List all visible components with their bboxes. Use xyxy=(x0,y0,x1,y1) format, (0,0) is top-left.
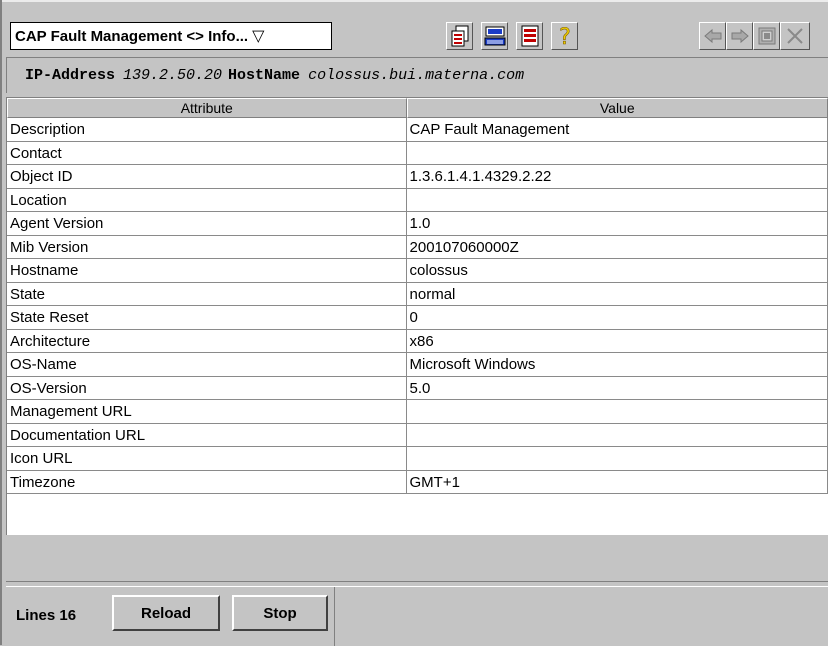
table-row[interactable]: Object ID 1.3.6.1.4.1.4329.2.22 xyxy=(7,165,828,189)
keyboard-button[interactable] xyxy=(481,22,508,50)
host-info-bar: IP-Address 139.2.50.20 HostName colossus… xyxy=(6,57,828,93)
table-row[interactable]: Management URL xyxy=(7,400,828,424)
value-cell: colossus xyxy=(406,259,828,283)
table-body: Description CAP Fault Management Contact Ob… xyxy=(7,118,828,494)
table-row[interactable]: Mib Version 200107060000Z xyxy=(7,235,828,259)
chevron-down-icon: ▽ xyxy=(252,28,265,45)
attribute-cell: Location xyxy=(7,188,407,212)
table-row[interactable]: Icon URL xyxy=(7,447,828,471)
ip-address-label: IP-Address xyxy=(25,67,116,84)
table-row[interactable]: Agent Version 1.0 xyxy=(7,212,828,236)
keyboard-icon xyxy=(484,26,505,46)
back-arrow-icon xyxy=(703,28,721,44)
table-row[interactable]: Location xyxy=(7,188,828,212)
value-cell: Microsoft Windows xyxy=(406,353,828,377)
table-empty-area xyxy=(6,535,828,582)
table-row[interactable]: OS-Name Microsoft Windows xyxy=(7,353,828,377)
forward-button[interactable] xyxy=(726,22,753,50)
ip-address-value: 139.2.50.20 xyxy=(123,67,223,84)
lines-count-value: 16 xyxy=(59,607,77,624)
column-header-attribute[interactable]: Attribute xyxy=(7,98,407,118)
value-cell xyxy=(406,141,828,165)
attribute-cell: Timezone xyxy=(7,470,407,494)
value-cell xyxy=(406,400,828,424)
attribute-cell: State Reset xyxy=(7,306,407,330)
attribute-table[interactable]: Attribute Value Description CAP Fault Man… xyxy=(6,97,828,535)
value-cell: x86 xyxy=(406,329,828,353)
attribute-cell: Mib Version xyxy=(7,235,407,259)
forward-arrow-icon xyxy=(731,28,749,44)
value-cell: 0 xyxy=(406,306,828,330)
table-row[interactable]: Description CAP Fault Management xyxy=(7,118,828,142)
copy-icon xyxy=(451,25,468,47)
attribute-cell: Icon URL xyxy=(7,447,407,471)
attribute-cell: OS-Version xyxy=(7,376,407,400)
attribute-cell: Documentation URL xyxy=(7,423,407,447)
attribute-cell: Agent Version xyxy=(7,212,407,236)
value-cell: CAP Fault Management xyxy=(406,118,828,142)
table-row[interactable]: State normal xyxy=(7,282,828,306)
table-header: Attribute Value xyxy=(7,98,828,118)
list-icon xyxy=(521,25,538,47)
hostname-value: colossus.bui.materna.com xyxy=(308,67,525,84)
value-cell xyxy=(406,447,828,471)
value-cell: 1.3.6.1.4.1.4329.2.22 xyxy=(406,165,828,189)
hostname-label: HostName xyxy=(228,67,301,84)
value-cell: 5.0 xyxy=(406,376,828,400)
table-row[interactable]: Architecture x86 xyxy=(7,329,828,353)
table-row[interactable]: Documentation URL xyxy=(7,423,828,447)
close-icon xyxy=(787,28,803,44)
attribute-cell: Management URL xyxy=(7,400,407,424)
table-row[interactable]: Timezone GMT+1 xyxy=(7,470,828,494)
detach-button[interactable] xyxy=(753,22,780,50)
close-button[interactable] xyxy=(780,22,810,50)
help-icon: ? xyxy=(558,25,571,47)
value-cell: normal xyxy=(406,282,828,306)
value-cell xyxy=(406,188,828,212)
status-divider xyxy=(334,587,335,646)
attribute-cell: Object ID xyxy=(7,165,407,189)
stop-button[interactable]: Stop xyxy=(232,595,328,631)
attribute-cell: Architecture xyxy=(7,329,407,353)
reload-button[interactable]: Reload xyxy=(112,595,220,631)
back-button[interactable] xyxy=(699,22,726,50)
value-cell: 200107060000Z xyxy=(406,235,828,259)
copy-button[interactable] xyxy=(446,22,473,50)
help-button[interactable]: ? xyxy=(551,22,578,50)
lines-count-label: Lines 16 xyxy=(16,607,76,624)
detach-icon xyxy=(758,27,775,45)
attribute-cell: State xyxy=(7,282,407,306)
attribute-cell: Description xyxy=(7,118,407,142)
value-cell: 1.0 xyxy=(406,212,828,236)
attribute-cell: OS-Name xyxy=(7,353,407,377)
toolbar: CAP Fault Management <> Info... ▽ ? xyxy=(2,2,828,50)
view-selector-value: CAP Fault Management <> Info... xyxy=(15,27,249,45)
table-row[interactable]: OS-Version 5.0 xyxy=(7,376,828,400)
table-row[interactable]: State Reset 0 xyxy=(7,306,828,330)
attribute-cell: Hostname xyxy=(7,259,407,283)
lines-label-text: Lines xyxy=(16,607,56,624)
table-row[interactable]: Contact xyxy=(7,141,828,165)
window-left-edge xyxy=(0,0,2,645)
attribute-cell: Contact xyxy=(7,141,407,165)
status-bar: Lines 16 Reload Stop xyxy=(6,586,828,646)
value-cell: GMT+1 xyxy=(406,470,828,494)
view-selector[interactable]: CAP Fault Management <> Info... ▽ xyxy=(10,22,332,50)
value-cell xyxy=(406,423,828,447)
list-button[interactable] xyxy=(516,22,543,50)
table-row[interactable]: Hostname colossus xyxy=(7,259,828,283)
column-header-value[interactable]: Value xyxy=(406,98,828,118)
svg-text:?: ? xyxy=(559,25,571,47)
